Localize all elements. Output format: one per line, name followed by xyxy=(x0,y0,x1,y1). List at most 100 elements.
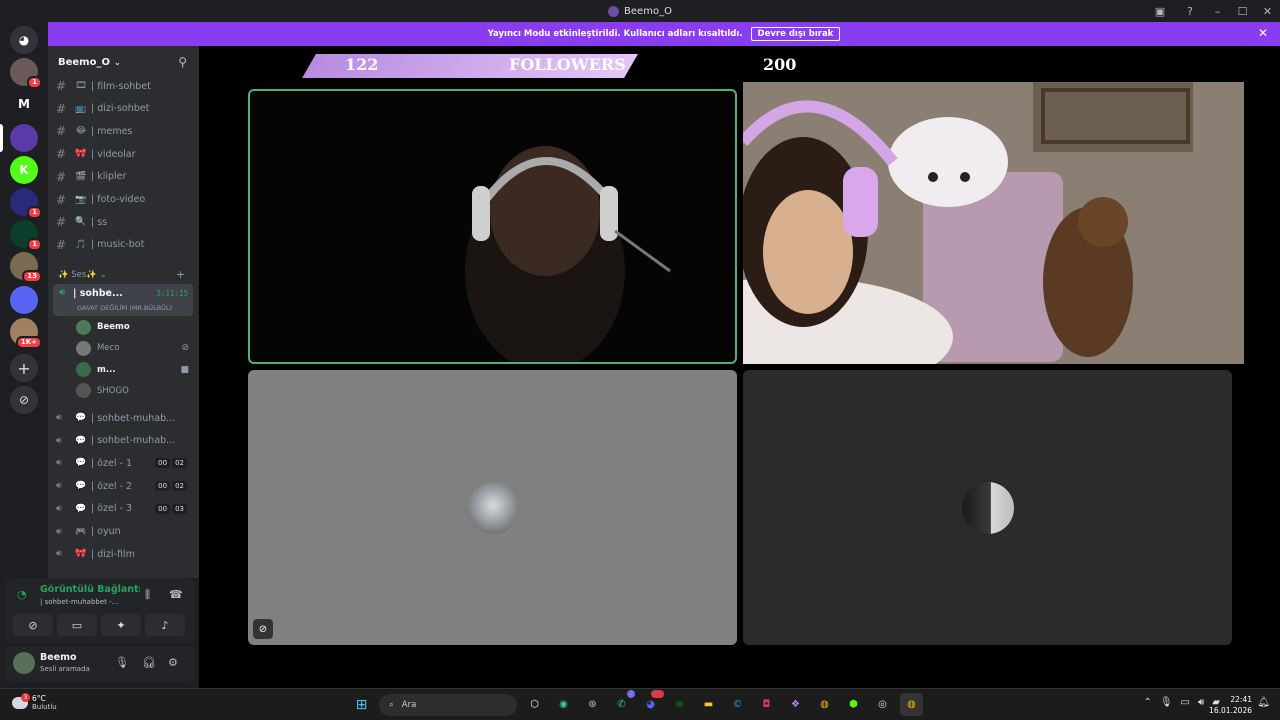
channel-label: | dizi-film xyxy=(91,548,135,560)
notification-bell-icon[interactable]: 🔔︎ xyxy=(1257,697,1270,708)
disable-streamer-mode-button[interactable]: Devre dışı bırak xyxy=(750,27,841,41)
gear-icon[interactable]: ⚙ xyxy=(168,656,178,669)
voice-channel[interactable]: 🔊︎ 💬 | sohbet-muhab... xyxy=(56,431,193,451)
microphone-icon[interactable]: 🎙︎ xyxy=(115,656,129,669)
clock[interactable]: 22:41 16.01.2026 xyxy=(1209,694,1252,716)
date: 16.01.2026 xyxy=(1209,706,1252,715)
edge-icon[interactable]: ◉ xyxy=(552,693,575,716)
server-icon-server-9[interactable]: 1K+ xyxy=(10,318,42,349)
search-box[interactable]: ⌕ Ara xyxy=(379,693,517,716)
search-icon: ⌕ xyxy=(389,699,394,710)
video-tile-2[interactable] xyxy=(743,82,1244,364)
soundboard-button[interactable]: ♪ xyxy=(145,614,185,636)
server-header[interactable]: Beemo_O ⌄ ⚲ xyxy=(48,46,199,78)
headphones-icon[interactable]: 🎧︎ xyxy=(142,656,156,669)
discord-icon[interactable]: ◕ 9+ xyxy=(639,690,664,716)
microphone-icon[interactable]: 🎙︎ xyxy=(1160,697,1173,708)
invite-icon[interactable]: ⚲ xyxy=(178,55,187,69)
voice-connected-title[interactable]: Görüntülü Bağlantı K xyxy=(40,584,140,595)
channel-emoji: 😂 xyxy=(75,126,87,137)
voice-member[interactable]: Meco ⊘ xyxy=(76,338,191,358)
inbox-icon[interactable]: ▣ xyxy=(1145,5,1175,18)
user-name: Beemo xyxy=(40,652,77,663)
text-channel[interactable]: # 🎀 | videolar xyxy=(56,144,193,164)
instagram-icon[interactable]: ◘ xyxy=(755,693,778,716)
server-icon-discord-bot[interactable] xyxy=(10,286,38,314)
discover-icon[interactable]: ⊘ xyxy=(10,386,38,414)
minimize-button[interactable]: – xyxy=(1205,5,1230,18)
active-voice-channel[interactable]: 🔊︎ | sohbe... 3:11:15 GAVAT DEĞİLİM (MR.… xyxy=(53,284,193,316)
volume-icon[interactable]: 🔊︎ xyxy=(1198,697,1204,708)
xbox-icon[interactable]: ⊗ xyxy=(668,693,691,716)
voice-member[interactable]: Beemo xyxy=(76,317,191,337)
speaker-icon: 🔊︎ xyxy=(56,526,62,537)
server-icon-server-6[interactable]: 1 xyxy=(10,220,42,251)
category-ses[interactable]: ✨ Ses✨ ⌄ + xyxy=(58,268,185,281)
camera-off-button[interactable]: ⊘ xyxy=(13,614,53,636)
start-icon[interactable]: ⊞ xyxy=(350,693,373,716)
chevron-up-icon[interactable]: ⌃ xyxy=(1143,697,1151,708)
server-icon-kick-server[interactable]: K xyxy=(10,156,38,184)
server-icon-server-purple[interactable] xyxy=(10,124,38,152)
activities-button[interactable]: ✦ xyxy=(101,614,141,636)
browser-icon[interactable]: © xyxy=(726,693,749,716)
chrome-active-icon[interactable]: ◍ xyxy=(900,693,923,716)
voice-member[interactable]: SHOGO xyxy=(76,381,191,401)
weather-widget[interactable]: 3 6°C Bulutlu xyxy=(12,692,57,711)
voice-channel[interactable]: 🔊︎ 💬 | özel - 2 00 02 xyxy=(56,476,193,496)
video-tile-4[interactable] xyxy=(743,370,1232,645)
text-channel[interactable]: # 📺 | dizi-sohbet xyxy=(56,99,193,119)
kick-icon[interactable]: ⬢ xyxy=(842,693,865,716)
whatsapp-icon[interactable]: ✆ 2 xyxy=(610,690,635,716)
text-channel[interactable]: # 🎬 | klipler xyxy=(56,167,193,187)
channel-emoji: 🎀 xyxy=(75,149,87,160)
voice-member[interactable]: m... ■ xyxy=(76,360,191,380)
help-icon[interactable]: ? xyxy=(1175,5,1205,18)
text-channel[interactable]: # 😂 | memes xyxy=(56,121,193,141)
file-explorer-icon[interactable]: ▬ xyxy=(697,693,720,716)
channel-label: | klipler xyxy=(91,171,127,183)
close-icon[interactable]: ✕ xyxy=(1258,26,1268,40)
close-window-button[interactable]: ✕ xyxy=(1255,5,1280,18)
text-channel[interactable]: # 📷 | foto-video xyxy=(56,190,193,210)
display-icon[interactable]: ▭ xyxy=(1181,697,1190,708)
voice-channel[interactable]: 🔊︎ 💬 | özel - 1 00 02 xyxy=(56,453,193,473)
maximize-button[interactable]: ☐ xyxy=(1230,5,1255,18)
weather-badge: 3 xyxy=(21,692,30,702)
channel-emoji: 🎮 xyxy=(75,526,87,537)
server-icon-server-7[interactable]: 13 xyxy=(10,252,42,283)
add-server-button[interactable]: + xyxy=(10,354,38,382)
avatar[interactable] xyxy=(13,652,35,674)
voice-channel[interactable]: 🔊︎ 🎮 | oyun xyxy=(56,522,193,542)
obs-icon[interactable]: ◎ xyxy=(871,693,894,716)
chrome-icon[interactable]: ◍ xyxy=(813,693,836,716)
member-name: Beemo xyxy=(97,322,130,332)
call-timer: 3:11:15 xyxy=(156,289,188,298)
add-channel-icon[interactable]: + xyxy=(176,268,185,281)
screen-share-button[interactable]: ▭ xyxy=(57,614,97,636)
task-view-icon[interactable]: ⬡ xyxy=(523,693,546,716)
video-tile-3[interactable]: ⊘ xyxy=(248,370,737,645)
channel-label: | ss xyxy=(91,216,108,228)
member-name: SHOGO xyxy=(97,385,129,396)
disconnect-icon[interactable]: ☎ xyxy=(169,588,183,601)
streamer-mode-banner: Yayıncı Modu etkinleştirildi. Kullanıcı … xyxy=(48,22,1280,46)
voice-channel-link[interactable]: | sohbet-muhabbet -... xyxy=(40,598,118,606)
text-channel[interactable]: # 🎞 | film-sohbet xyxy=(56,76,193,96)
steam-icon[interactable]: ⊛ xyxy=(581,693,604,716)
server-icon-server-5[interactable]: 1 xyxy=(10,188,42,219)
server-letter: M xyxy=(18,97,30,111)
noise-suppression-icon[interactable]: ⫼ xyxy=(145,588,150,602)
voice-channel[interactable]: 🔊︎ 💬 | sohbet-muhab... xyxy=(56,408,193,428)
video-tile-1[interactable] xyxy=(248,89,737,364)
server-icon-server-m[interactable]: M xyxy=(10,90,38,118)
discord-home-button[interactable]: ◕ xyxy=(10,26,38,54)
text-channel[interactable]: # 🎵 | music-bot xyxy=(56,235,193,255)
voice-channel[interactable]: 🔊︎ 🎀 | dizi-film xyxy=(56,544,193,564)
copilot-icon[interactable]: ❖ xyxy=(784,693,807,716)
voice-channel[interactable]: 🔊︎ 💬 | özel - 3 00 03 xyxy=(56,499,193,519)
text-channel[interactable]: # 🔍 | ss xyxy=(56,212,193,232)
user-count-part: 00 xyxy=(155,481,171,492)
weather-temp: 6°C xyxy=(32,694,46,703)
server-icon-server-1[interactable]: 1 xyxy=(10,58,42,89)
